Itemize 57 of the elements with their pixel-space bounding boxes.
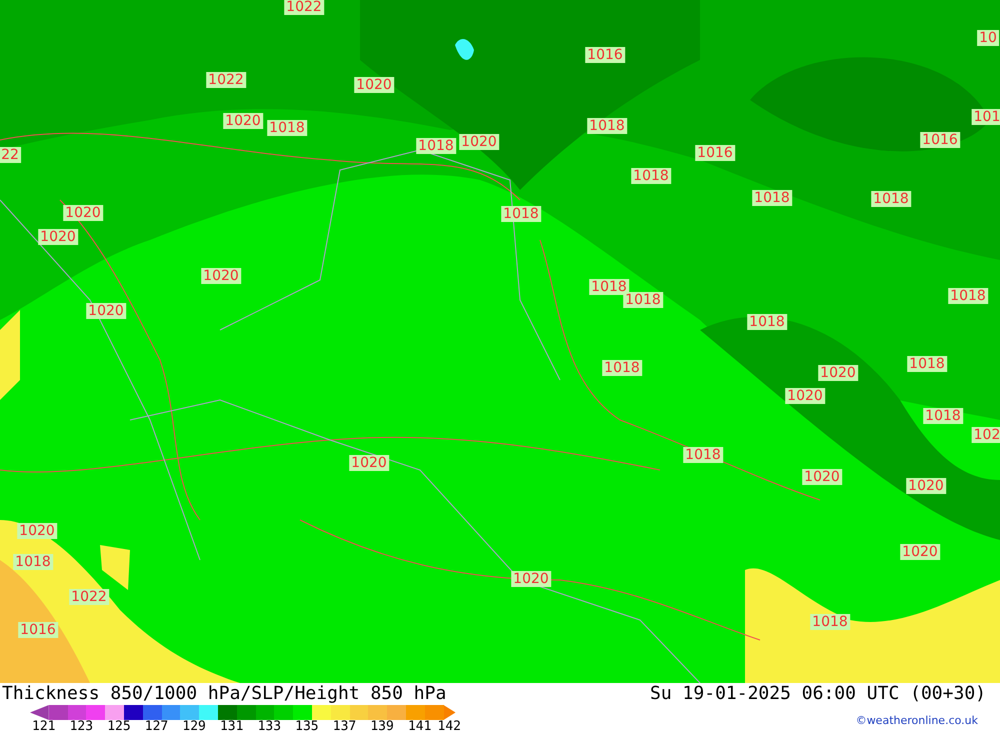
pressure-label: 1018	[631, 168, 671, 184]
pressure-label: 1018	[871, 191, 911, 207]
scale-tick-label: 139	[370, 720, 395, 733]
map-datetime: Su 19-01-2025 06:00 UTC (00+30)	[650, 683, 986, 705]
scale-tick-label: 129	[182, 720, 207, 733]
pressure-label: 1018	[907, 356, 947, 372]
pressure-label: 1018	[13, 554, 53, 570]
pressure-label: 1020	[459, 134, 499, 150]
pressure-label: 1016	[920, 132, 960, 148]
scale-tick-label: 125	[107, 720, 132, 733]
pressure-label: 1022	[206, 72, 246, 88]
pressure-label: 1018	[602, 360, 642, 376]
pressure-label: 22	[0, 147, 21, 163]
pressure-label: 1018	[752, 190, 792, 206]
pressure-label: 1020	[906, 478, 946, 494]
pressure-label: 1018	[267, 120, 307, 136]
pressure-label: 1020	[17, 523, 57, 539]
pressure-label: 1020	[223, 113, 263, 129]
pressure-label: 1018	[416, 138, 456, 154]
scale-tick-label: 133	[258, 720, 282, 733]
pressure-label: 1018	[501, 206, 541, 222]
pressure-label: 1020	[38, 229, 78, 245]
pressure-label: 1020	[818, 365, 858, 381]
pressure-label: 1020	[349, 455, 389, 471]
pressure-label: 1018	[623, 292, 663, 308]
pressure-label: 102	[972, 427, 1000, 443]
credit-link[interactable]: ©weatheronline.co.uk	[856, 714, 978, 727]
pressure-label: 1022	[284, 0, 324, 15]
pressure-label: 1020	[201, 268, 241, 284]
pressure-label: 1020	[63, 205, 103, 221]
pressure-label: 1018	[948, 288, 988, 304]
scale-tick-label: 135	[295, 720, 320, 733]
scale-tick-label: 127	[144, 720, 170, 733]
pressure-label: 1020	[785, 388, 825, 404]
scale-tick-label: 131	[220, 720, 244, 733]
pressure-label: 1018	[810, 614, 850, 630]
map-title: Thickness 850/1000 hPa/SLP/Height 850 hPa	[2, 683, 446, 705]
pressure-label: 1018	[589, 279, 629, 295]
pressure-label: 1016	[585, 47, 625, 63]
pressure-label: 1022	[69, 589, 109, 605]
pressure-label: 10	[977, 30, 999, 46]
pressure-label: 1020	[354, 77, 394, 93]
pressure-label: 1016	[18, 622, 58, 638]
pressure-label: 1018	[923, 408, 963, 424]
scale-tick-label: 142	[438, 720, 462, 733]
pressure-label: 1018	[683, 447, 723, 463]
scale-tick-label: 121	[32, 720, 56, 733]
pressure-label: 1020	[86, 303, 126, 319]
scale-tick-label: 137	[332, 720, 358, 733]
pressure-label: 1020	[511, 571, 551, 587]
pressure-label: 1020	[802, 469, 842, 485]
scale-tick-label: 123	[70, 720, 94, 733]
pressure-label: 1016	[695, 145, 735, 161]
pressure-label: 1020	[900, 544, 940, 560]
pressure-label: 1018	[587, 118, 627, 134]
pressure-label: 101	[972, 109, 1000, 125]
pressure-label: 1018	[747, 314, 787, 330]
